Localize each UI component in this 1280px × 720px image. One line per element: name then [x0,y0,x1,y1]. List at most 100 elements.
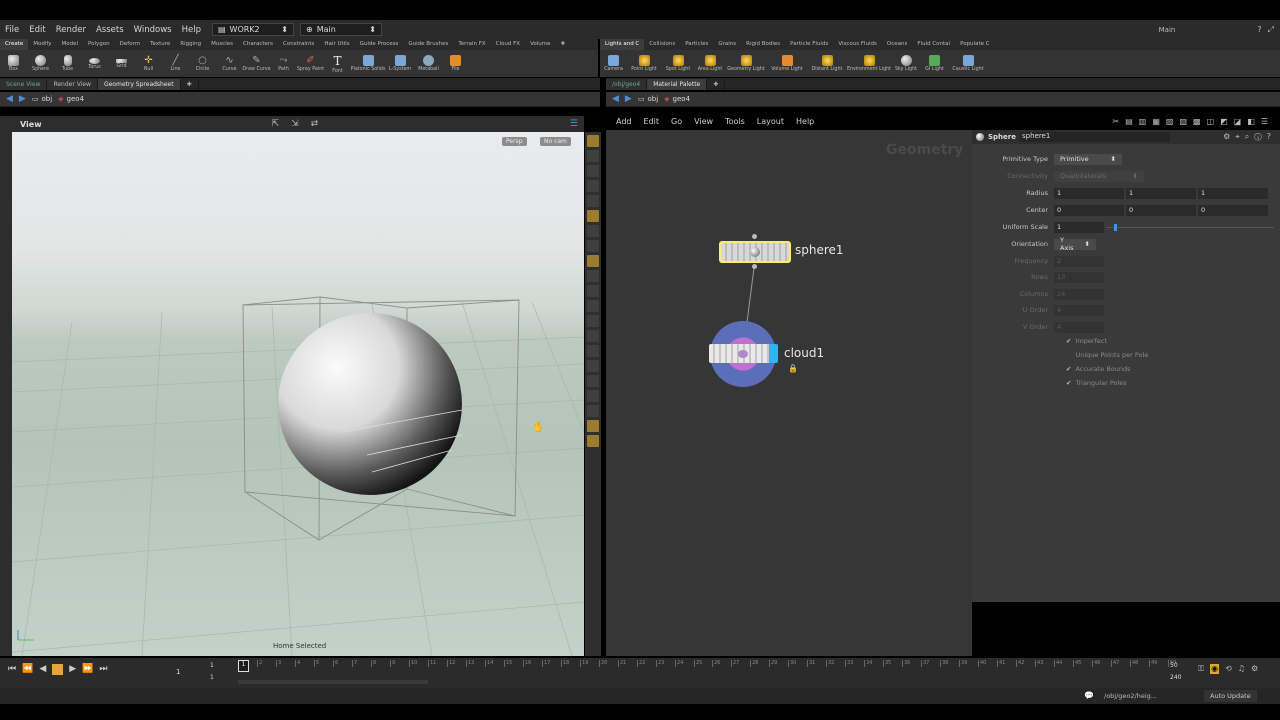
tool-volume-light[interactable]: Volume Light [767,50,807,77]
context-selector[interactable]: ⊕ Main ⬍ [299,23,382,36]
tool-file[interactable]: File [442,50,469,77]
scene-viewport[interactable]: Persp No cam ✋ Home Selected [12,132,584,656]
transform-icon[interactable]: ⇲ [291,119,299,129]
menu-view[interactable]: View [690,117,717,126]
realtime-icon[interactable]: ◉ [1210,664,1220,674]
tool-box[interactable]: Box [0,50,27,77]
u-order-field[interactable]: 4 [1054,304,1104,316]
flipbook-icon[interactable] [587,435,599,447]
edge-icon[interactable] [587,285,599,297]
shelf-tab[interactable]: Guide Brushes [403,39,453,50]
tab-render-view[interactable]: Render View [47,79,98,90]
tool-tube[interactable]: Tube [54,50,81,77]
range-slider[interactable] [238,680,428,684]
settings-icon[interactable]: ⚙ [1251,664,1258,674]
rows-field[interactable]: 13 [1054,271,1104,283]
center-z[interactable]: 0 [1198,204,1268,216]
select-icon[interactable]: ⇱ [272,119,280,129]
tab-geometry-spreadsheet[interactable]: Geometry Spreadsheet [97,79,181,90]
add-tab-icon[interactable]: ✚ [181,79,199,90]
radius-x[interactable]: 1 [1054,187,1124,199]
menu-add[interactable]: Add [612,117,636,126]
render-region-icon[interactable] [587,420,599,432]
display-options-icon[interactable]: ☰ [570,119,578,129]
persp-menu[interactable]: Persp [502,137,527,146]
uniform-scale-slider[interactable] [1106,223,1274,231]
tool-circle[interactable]: ○ Circle [189,50,216,77]
slider-handle[interactable] [1114,223,1117,231]
tool-grid[interactable]: Grid [108,50,135,77]
tool-lsystem[interactable]: L-System [385,50,415,77]
tool-camera[interactable]: Camera [600,50,627,77]
center-x[interactable]: 0 [1054,204,1124,216]
path-obj[interactable]: ▭ obj [638,95,658,103]
forward-arrow-icon[interactable]: ▶ [625,94,632,104]
shelf-tab[interactable]: Populate C [955,39,995,50]
shelf-tab[interactable]: Grains [713,39,741,50]
menu-windows[interactable]: Windows [129,25,177,35]
menu-edit[interactable]: Edit [24,25,50,35]
chat-icon[interactable]: 💬 [1084,691,1094,700]
tool-point-light[interactable]: Point Light [627,50,661,77]
tool-font[interactable]: T Font [324,50,351,77]
tool-metaball[interactable]: Metaball [415,50,442,77]
shelf-tab[interactable]: Lights and C [600,39,645,50]
v-order-field[interactable]: 4 [1054,321,1104,333]
tool-null[interactable]: ✛ Null [135,50,162,77]
template-icon[interactable] [587,375,599,387]
tool-distant-light[interactable]: Distant Light [807,50,847,77]
param-header-icons[interactable]: ⚙⌖⌕ⓘ? [1223,132,1280,142]
text-icon[interactable] [587,405,599,417]
tab-scene-view[interactable]: Scene View [0,79,48,90]
step-forward-icon[interactable]: ⏩ [82,664,93,675]
display-flag[interactable] [769,344,778,363]
frequency-field[interactable]: 2 [1054,255,1104,267]
tool-line[interactable]: ╱ Line [162,50,189,77]
play-icon[interactable]: ▶ [69,664,76,675]
tool-spray-paint[interactable]: ✐ Spray Paint [297,50,324,77]
node-name-field[interactable]: sphere1 [1019,132,1170,142]
xray-icon[interactable] [587,345,599,357]
shelf-tab[interactable]: Model [57,39,84,50]
points-icon[interactable] [587,225,599,237]
vertex-icon[interactable] [587,270,599,282]
shelf-tab[interactable]: Rigid Bodies [741,39,785,50]
shelf-tab[interactable]: Guide Process [355,39,404,50]
display-toggle-icon[interactable] [587,135,599,147]
input-connector[interactable] [752,234,757,239]
shelf-tab[interactable]: Particles [680,39,713,50]
range-end-global[interactable]: 240 [1170,674,1181,681]
output-connector[interactable] [752,264,757,269]
camera-view-icon[interactable] [587,255,599,267]
play-reverse-icon[interactable]: ◀ [39,664,46,675]
shelf-tab[interactable]: Modify [28,39,56,50]
uniform-scale-field[interactable]: 1 [1054,221,1104,233]
auto-update-button[interactable]: Auto Update [1204,690,1257,702]
radius-z[interactable]: 1 [1198,187,1268,199]
tool-area-light[interactable]: Area Light [695,50,725,77]
step-back-icon[interactable]: ⏪ [22,664,33,675]
tool-caustic-light[interactable]: Caustic Light [948,50,988,77]
checkbox-unique-points[interactable]: ✔Unique Points per Pole [1066,351,1148,359]
handle-icon[interactable]: ⇄ [311,119,319,129]
tool-sphere[interactable]: Sphere [27,50,54,77]
tool-spot-light[interactable]: Spot Light [661,50,695,77]
tool-path[interactable]: ⤳ Path [270,50,297,77]
shelf-tab[interactable]: Constraints [278,39,319,50]
network-toolbar-icons[interactable]: ✂▤▥▦▧▨▩◫◩◪◧☰ [1113,117,1280,126]
help-icon[interactable]: ? [1257,25,1261,34]
shelf-tab[interactable]: Polygon [83,39,115,50]
shelf-tab[interactable]: Texture [145,39,175,50]
back-arrow-icon[interactable]: ◀ [6,94,13,104]
shelf-tab[interactable]: Particle Fluids [785,39,833,50]
tool-gi-light[interactable]: GI Light [921,50,948,77]
normals-icon[interactable] [587,240,599,252]
key-icon[interactable]: ⚿ [1198,664,1204,674]
tool-torus[interactable]: Torus [81,50,108,77]
shelf-tab[interactable]: Collisions [644,39,680,50]
menu-help[interactable]: Help [177,25,206,35]
ghost-icon[interactable] [587,330,599,342]
radius-y[interactable]: 1 [1126,187,1196,199]
menu-edit[interactable]: Edit [640,117,664,126]
loop-icon[interactable]: ⟲ [1225,664,1232,674]
